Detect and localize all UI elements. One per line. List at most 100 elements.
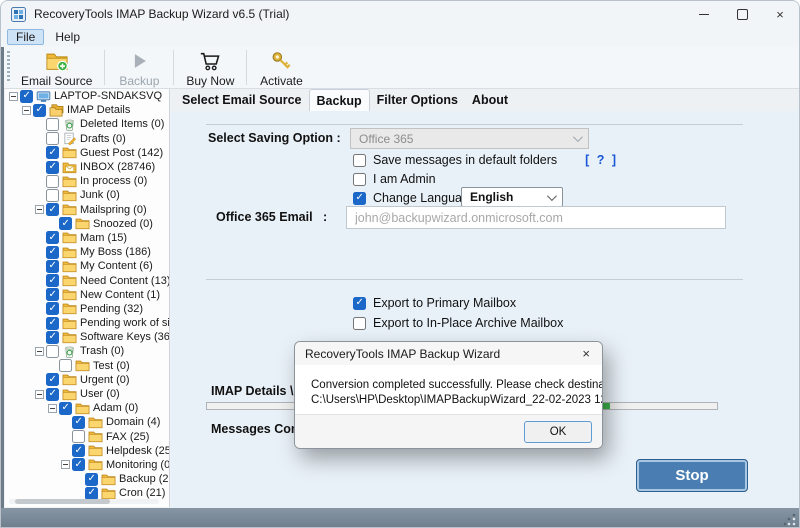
tree-item[interactable]: Backup (25 bbox=[5, 472, 169, 486]
tree-checkbox[interactable] bbox=[46, 132, 59, 146]
save-default-folders-checkbox[interactable] bbox=[353, 153, 366, 167]
tab-about[interactable]: About bbox=[465, 90, 515, 111]
export-archive-checkbox[interactable] bbox=[353, 316, 366, 330]
tree-item[interactable]: Software Keys (36) bbox=[5, 330, 169, 344]
tree-item[interactable]: Monitoring (0) bbox=[5, 458, 169, 472]
saving-option-dropdown[interactable]: Office 365 bbox=[350, 128, 589, 149]
tab-strip: Select Email Source Backup Filter Options A… bbox=[171, 89, 799, 112]
tree-item[interactable]: My Content (6) bbox=[5, 259, 169, 273]
tree-checkbox[interactable] bbox=[46, 373, 59, 387]
tree-checkbox[interactable] bbox=[85, 472, 98, 486]
minimize-button[interactable] bbox=[685, 1, 723, 27]
ok-button[interactable]: OK bbox=[524, 421, 592, 443]
tree-checkbox[interactable] bbox=[46, 188, 59, 202]
expander-icon[interactable] bbox=[35, 389, 44, 399]
buy-now-button[interactable]: Buy Now bbox=[178, 47, 242, 88]
tree-checkbox[interactable] bbox=[85, 486, 98, 500]
tree-item[interactable]: Test (0) bbox=[5, 359, 169, 373]
menu-file[interactable]: File bbox=[7, 29, 45, 45]
tree-checkbox[interactable] bbox=[72, 444, 85, 458]
language-dropdown[interactable]: English bbox=[461, 187, 563, 207]
title-bar[interactable]: RecoveryTools IMAP Backup Wizard v6.5 (T… bbox=[1, 1, 799, 27]
expander-icon[interactable] bbox=[22, 105, 31, 115]
tree-item[interactable]: Mailspring (0) bbox=[5, 203, 169, 217]
expander-icon[interactable] bbox=[35, 205, 44, 215]
tree-checkbox[interactable] bbox=[20, 89, 33, 103]
tree-checkbox[interactable] bbox=[46, 117, 59, 131]
maximize-button[interactable] bbox=[723, 1, 761, 27]
i-am-admin-checkbox[interactable] bbox=[353, 172, 366, 186]
activate-button[interactable]: Activate bbox=[251, 47, 311, 88]
tree-checkbox[interactable] bbox=[46, 344, 59, 358]
tree-checkbox[interactable] bbox=[46, 203, 59, 217]
tab-backup[interactable]: Backup bbox=[308, 89, 370, 112]
tree-item[interactable]: INBOX (28746) bbox=[5, 160, 169, 174]
tree-checkbox[interactable] bbox=[46, 160, 59, 174]
expander-icon[interactable] bbox=[61, 460, 70, 470]
tree-checkbox[interactable] bbox=[59, 359, 72, 373]
tree-item[interactable]: LAPTOP-SNDAKSVQ bbox=[5, 89, 169, 103]
tree-item[interactable]: Drafts (0) bbox=[5, 132, 169, 146]
dialog-title-bar[interactable]: RecoveryTools IMAP Backup Wizard × bbox=[295, 342, 602, 365]
tree-checkbox[interactable] bbox=[72, 458, 85, 472]
tree-item[interactable]: Adam (0) bbox=[5, 401, 169, 415]
tab-select-email-source[interactable]: Select Email Source bbox=[175, 90, 309, 111]
toolbar-grip-icon bbox=[7, 51, 10, 83]
tree-checkbox[interactable] bbox=[59, 401, 72, 415]
resize-grip-icon[interactable] bbox=[784, 514, 796, 526]
expander-icon[interactable] bbox=[9, 91, 18, 101]
tree-checkbox[interactable] bbox=[46, 302, 59, 316]
tree-checkbox[interactable] bbox=[46, 288, 59, 302]
tree-checkbox[interactable] bbox=[72, 415, 85, 429]
stop-button[interactable]: Stop bbox=[636, 459, 748, 492]
tree-item[interactable]: Mam (15) bbox=[5, 231, 169, 245]
tree-checkbox[interactable] bbox=[46, 259, 59, 273]
tree-item[interactable]: FAX (25) bbox=[5, 430, 169, 444]
tree-item[interactable]: Helpdesk (25 bbox=[5, 444, 169, 458]
cart-icon bbox=[198, 50, 222, 72]
email-source-button[interactable]: Email Source bbox=[13, 47, 100, 88]
expander-icon[interactable] bbox=[48, 403, 57, 413]
tree-item[interactable]: Domain (4) bbox=[5, 415, 169, 429]
tree-item[interactable]: New Content (1) bbox=[5, 288, 169, 302]
folder-icon bbox=[62, 302, 77, 315]
tree-item[interactable]: IMAP Details bbox=[5, 103, 169, 117]
folder-icon bbox=[62, 189, 77, 202]
tree-item[interactable]: Urgent (0) bbox=[5, 373, 169, 387]
office365-email-input[interactable] bbox=[346, 206, 726, 229]
tree-item[interactable]: Need Content (13) bbox=[5, 273, 169, 288]
close-button[interactable]: × bbox=[761, 1, 799, 27]
expander-icon bbox=[35, 304, 44, 313]
tree-item[interactable]: User (0) bbox=[5, 387, 169, 401]
tree-horizontal-scrollbar[interactable] bbox=[9, 499, 159, 504]
export-primary-checkbox[interactable] bbox=[353, 296, 366, 310]
tree-item[interactable]: Guest Post (142) bbox=[5, 146, 169, 160]
tree-item[interactable]: Trash (0) bbox=[5, 344, 169, 358]
tree-checkbox[interactable] bbox=[46, 174, 59, 188]
tree-checkbox[interactable] bbox=[46, 316, 59, 330]
tab-filter-options[interactable]: Filter Options bbox=[370, 90, 465, 111]
tree-item[interactable]: My Boss (186) bbox=[5, 245, 169, 259]
tree-checkbox[interactable] bbox=[46, 146, 59, 160]
menu-help[interactable]: Help bbox=[46, 29, 89, 45]
change-language-checkbox[interactable] bbox=[353, 191, 366, 205]
tree-checkbox[interactable] bbox=[46, 245, 59, 259]
expander-icon[interactable] bbox=[35, 346, 44, 356]
tree-item[interactable]: Deleted Items (0) bbox=[5, 117, 169, 131]
tree-checkbox[interactable] bbox=[72, 430, 85, 444]
tree-checkbox[interactable] bbox=[33, 103, 46, 117]
expander-icon bbox=[35, 233, 44, 242]
tree-checkbox[interactable] bbox=[46, 274, 59, 288]
tree-checkbox[interactable] bbox=[46, 387, 59, 401]
dialog-close-icon[interactable]: × bbox=[578, 346, 594, 361]
scrollbar-thumb[interactable] bbox=[15, 499, 110, 504]
tree-item[interactable]: Snoozed (0) bbox=[5, 217, 169, 231]
help-link[interactable]: [ ? ] bbox=[585, 153, 618, 167]
tree-checkbox[interactable] bbox=[46, 330, 59, 344]
tree-checkbox[interactable] bbox=[59, 217, 72, 231]
tree-item[interactable]: In process (0) bbox=[5, 174, 169, 188]
tree-item[interactable]: Pending work of si bbox=[5, 316, 169, 330]
tree-item[interactable]: Junk (0) bbox=[5, 188, 169, 202]
tree-item[interactable]: Pending (32) bbox=[5, 302, 169, 316]
tree-checkbox[interactable] bbox=[46, 231, 59, 245]
